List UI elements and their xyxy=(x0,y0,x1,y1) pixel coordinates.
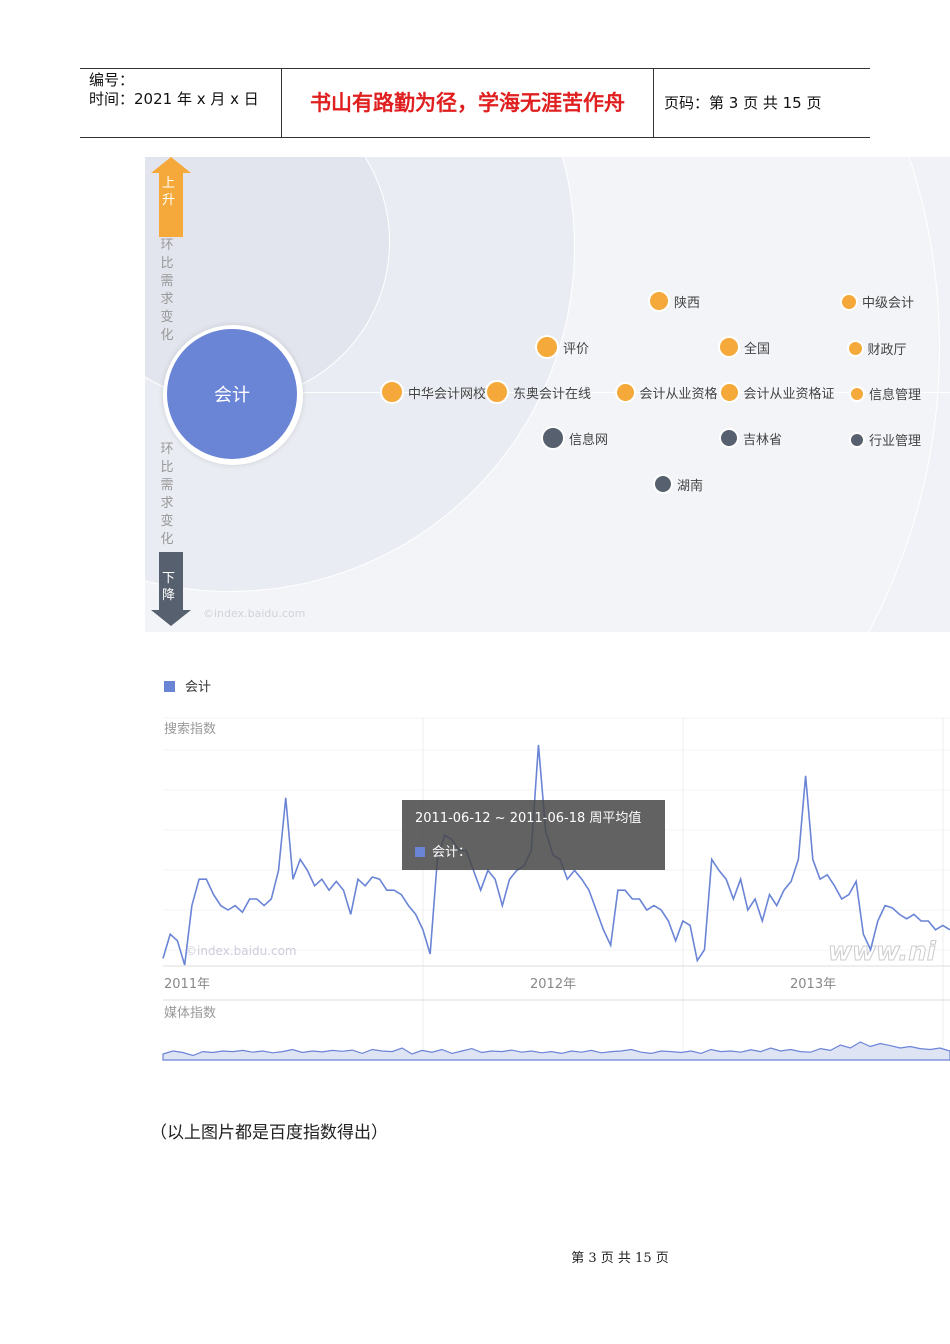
keyword-node[interactable]: 信息管理 xyxy=(849,384,921,403)
keyword-node[interactable]: 吉林省 xyxy=(719,428,782,448)
keyword-label: 行业管理 xyxy=(869,434,922,449)
keyword-node[interactable]: 行业管理 xyxy=(849,430,921,449)
keyword-node[interactable]: 会计从业资格证 xyxy=(718,381,835,403)
site-watermark: www.ni xyxy=(828,937,937,967)
keyword-node[interactable]: 陕西 xyxy=(648,290,700,312)
center-keyword: 会计 xyxy=(167,329,297,459)
keyword-node[interactable]: 财政厅 xyxy=(846,339,907,358)
header-meta: 编号： 时间：2021 年 x 月 x 日 xyxy=(80,69,281,137)
time-label: 时间：2021 年 x 月 x 日 xyxy=(89,90,259,108)
legend-swatch xyxy=(164,681,175,692)
down-arrow-icon: 下降 xyxy=(151,552,191,632)
page-number: 第 3 页 共 15 页 xyxy=(571,1251,669,1266)
keyword-node[interactable]: 全国 xyxy=(718,336,770,358)
keyword-label: 会计从业资格 xyxy=(639,386,718,402)
falling-dot-icon xyxy=(849,431,865,448)
keyword-label: 湖南 xyxy=(677,478,704,494)
trend-chart-svg: 会计 搜索指数 媒体指数 2011年 2012年 2013年 ©index.ba… xyxy=(162,680,950,1061)
keyword-label: 会计从业资格证 xyxy=(743,386,835,402)
search-index-label: 搜索指数 xyxy=(164,722,216,737)
rising-dot-icon xyxy=(485,380,509,404)
tooltip: 2011-06-12 ~ 2011-06-18 周平均值 会计： xyxy=(402,800,665,870)
keyword-node[interactable]: 湖南 xyxy=(653,474,703,494)
keyword-label: 吉林省 xyxy=(743,432,783,448)
rising-dot-icon xyxy=(840,292,858,311)
down-side-text: 环比需求变化 xyxy=(160,442,174,547)
page-header: 编号： 时间：2021 年 x 月 x 日 书山有路勤为径，学海无涯苦作舟 页码… xyxy=(80,68,870,138)
up-arrow-icon: 上升 xyxy=(151,157,191,237)
rising-dot-icon xyxy=(380,380,404,404)
up-side-text: 环比需求变化 xyxy=(160,238,174,343)
up-label: 上升 xyxy=(162,176,176,208)
media-index-area xyxy=(162,1041,950,1061)
x-tick-2011: 2011年 xyxy=(164,977,210,992)
keyword-label: 信息管理 xyxy=(869,388,922,403)
keyword-node[interactable]: 中华会计网校 xyxy=(380,380,486,404)
keyword-node[interactable]: 东奥会计在线 xyxy=(485,380,591,404)
keyword-node[interactable]: 会计从业资格 xyxy=(614,381,718,403)
tooltip-series: 会计： xyxy=(432,845,471,860)
keyword-node[interactable]: 信息网 xyxy=(541,426,608,450)
rising-dot-icon xyxy=(849,385,865,402)
rising-dot-icon xyxy=(846,339,864,357)
rising-dot-icon xyxy=(718,336,740,358)
trend-chart: 会计 搜索指数 媒体指数 2011年 2012年 2013年 ©index.ba… xyxy=(145,660,950,1080)
rising-dot-icon xyxy=(718,381,740,403)
keyword-label: 财政厅 xyxy=(867,342,907,358)
figure-caption: （以上图片都是百度指数得出） xyxy=(150,1123,388,1143)
falling-dot-icon xyxy=(653,474,673,494)
chart-watermark: ©index.baidu.com xyxy=(185,944,297,958)
falling-dot-icon xyxy=(541,426,565,450)
tooltip-swatch xyxy=(415,847,425,857)
watermark: ©index.baidu.com xyxy=(203,607,306,620)
falling-dot-icon xyxy=(719,428,739,448)
x-tick-2013: 2013年 xyxy=(790,977,836,992)
demand-map-image: 会计 上升 环比需求变化 环比需求变化 下降 ©index.baidu.com … xyxy=(145,157,950,632)
number-label: 编号： xyxy=(89,71,135,89)
legend-label: 会计 xyxy=(185,680,211,695)
keyword-label: 东奥会计在线 xyxy=(513,386,592,402)
keyword-label: 中华会计网校 xyxy=(408,386,487,402)
rising-dot-icon xyxy=(535,335,559,359)
rising-dot-icon xyxy=(614,381,636,403)
keyword-node[interactable]: 评价 xyxy=(535,335,589,359)
keyword-label: 中级会计 xyxy=(862,296,915,311)
keyword-label: 信息网 xyxy=(569,432,609,448)
keyword-label: 陕西 xyxy=(674,295,701,311)
rising-dot-icon xyxy=(648,290,670,312)
tooltip-title: 2011-06-12 ~ 2011-06-18 周平均值 xyxy=(415,810,641,826)
media-index-label: 媒体指数 xyxy=(164,1006,216,1021)
keyword-label: 评价 xyxy=(563,341,590,357)
page-info: 页码：第 3 页 共 15 页 xyxy=(664,94,822,112)
down-label: 下降 xyxy=(162,571,176,603)
keyword-label: 全国 xyxy=(744,341,771,357)
x-tick-2012: 2012年 xyxy=(530,977,576,992)
motto: 书山有路勤为径，学海无涯苦作舟 xyxy=(281,69,654,137)
keyword-node[interactable]: 中级会计 xyxy=(840,292,914,311)
